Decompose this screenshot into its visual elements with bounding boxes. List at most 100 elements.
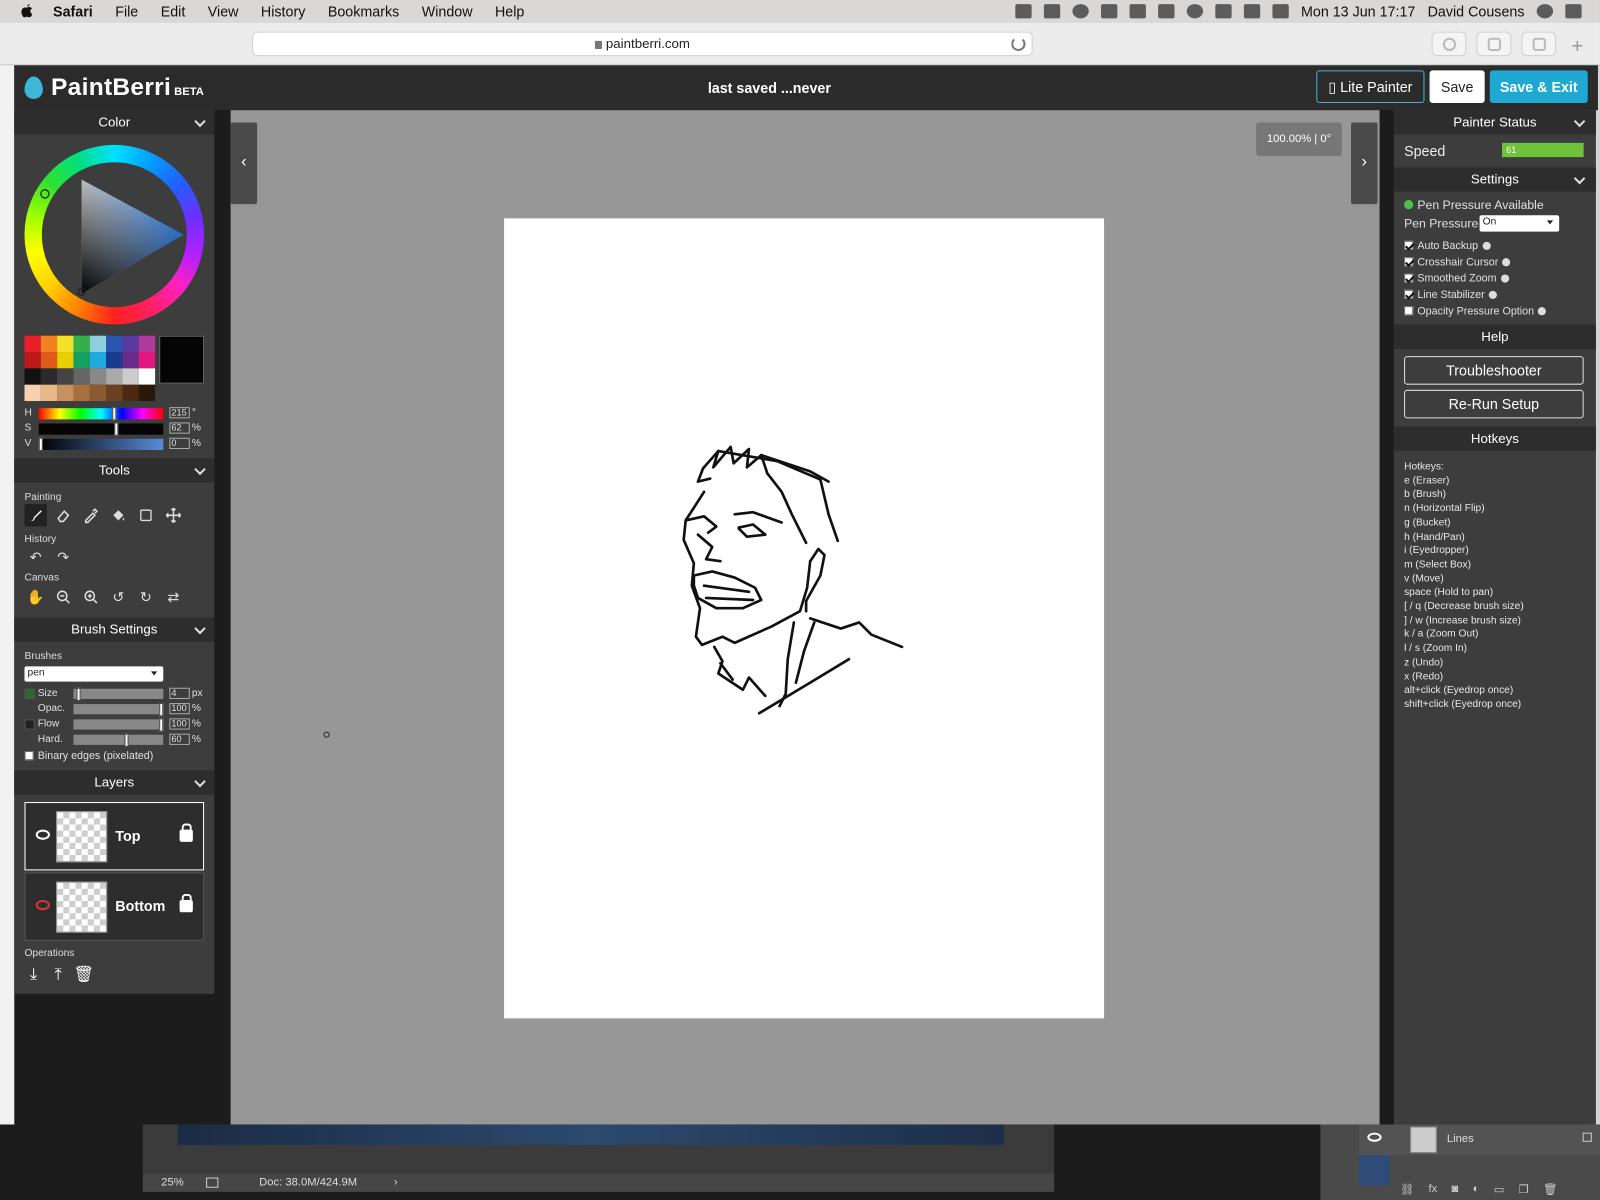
- value-slider[interactable]: V 0 %: [24, 437, 208, 452]
- rotate-left-icon[interactable]: ↺: [107, 586, 129, 608]
- hue-value-input[interactable]: 215: [169, 407, 190, 419]
- merge-up-icon[interactable]: ⤒: [49, 965, 67, 985]
- downloads-button[interactable]: [1431, 31, 1467, 57]
- color-swatch[interactable]: [40, 384, 58, 402]
- flow-slider[interactable]: [73, 718, 164, 732]
- opacity-knob[interactable]: [159, 703, 164, 717]
- tools-header[interactable]: Tools: [14, 458, 215, 483]
- reload-icon[interactable]: [1011, 36, 1026, 52]
- color-swatch[interactable]: [57, 384, 74, 402]
- save-exit-button[interactable]: Save & Exit: [1489, 70, 1588, 104]
- spotlight-icon[interactable]: [1536, 4, 1554, 19]
- saturation-track[interactable]: [38, 422, 164, 436]
- chevron-down-icon[interactable]: [194, 463, 206, 476]
- opacity-slider[interactable]: [73, 703, 164, 717]
- redo-icon[interactable]: ↷: [52, 546, 74, 568]
- menu-bookmarks[interactable]: Bookmarks: [328, 3, 399, 19]
- bucket-tool-icon[interactable]: [107, 504, 129, 526]
- evernote-icon[interactable]: [1015, 4, 1032, 19]
- opacity-value-input[interactable]: 100: [169, 703, 190, 715]
- trash-icon[interactable]: 🗑: [1543, 1182, 1557, 1195]
- painter-status-header[interactable]: Painter Status: [1393, 110, 1596, 135]
- color-swatch[interactable]: [89, 384, 107, 402]
- crosshair-cursor-option[interactable]: Crosshair Cursor: [1404, 255, 1511, 268]
- apple-icon[interactable]: [18, 3, 34, 19]
- color-triangle[interactable]: [24, 145, 204, 325]
- chevron-down-icon[interactable]: [194, 115, 206, 128]
- canvas-area[interactable]: ‹ › 100.00% | 0°: [230, 110, 1380, 1125]
- auto-backup-option[interactable]: Auto Backup: [1404, 239, 1491, 252]
- flow-knob[interactable]: [159, 718, 164, 732]
- link-icon[interactable]: ⛓: [1400, 1182, 1414, 1195]
- collapse-right-panel-button[interactable]: ›: [1351, 122, 1378, 205]
- ps-layer-row[interactable]: Lines: [1359, 1124, 1600, 1156]
- color-swatch[interactable]: [138, 384, 156, 402]
- menu-edit[interactable]: Edit: [161, 3, 186, 19]
- color-swatch[interactable]: [89, 335, 107, 353]
- crosshair-cursor-checkbox[interactable]: [1404, 257, 1414, 267]
- chevron-down-icon[interactable]: [1573, 172, 1586, 185]
- binary-edges-option[interactable]: Binary edges (pixelated): [24, 749, 153, 762]
- merge-down-icon[interactable]: ⤓: [24, 965, 42, 985]
- brush-settings-header[interactable]: Brush Settings: [14, 617, 215, 642]
- smoothed-zoom-option[interactable]: Smoothed Zoom: [1404, 271, 1509, 284]
- brush-select[interactable]: pen: [24, 666, 164, 682]
- troubleshooter-button[interactable]: Troubleshooter: [1404, 356, 1584, 385]
- smoothed-zoom-checkbox[interactable]: [1404, 273, 1414, 283]
- hardness-value-input[interactable]: 60: [169, 733, 190, 745]
- fx-icon[interactable]: fx: [1429, 1183, 1438, 1195]
- lock-icon[interactable]: [179, 893, 193, 913]
- folder-icon[interactable]: ▭: [1494, 1182, 1505, 1195]
- eye-icon[interactable]: [1367, 1132, 1382, 1142]
- binary-edges-checkbox[interactable]: [24, 751, 34, 761]
- pen-pressure-select[interactable]: On: [1479, 215, 1560, 232]
- eyedropper-tool-icon[interactable]: [80, 504, 102, 526]
- hand-pan-icon[interactable]: ✋: [24, 586, 46, 608]
- value-value-input[interactable]: 0: [169, 437, 190, 449]
- color-swatch[interactable]: [24, 352, 41, 369]
- color-swatch[interactable]: [122, 368, 139, 385]
- rerun-setup-button[interactable]: Re-Run Setup: [1404, 389, 1584, 419]
- color-swatches[interactable]: [24, 335, 156, 402]
- size-slider[interactable]: [73, 687, 164, 702]
- zoom-out-icon[interactable]: [52, 586, 74, 608]
- select-box-tool-icon[interactable]: [135, 504, 157, 526]
- color-swatch[interactable]: [73, 384, 90, 402]
- saturation-value-input[interactable]: 62: [169, 422, 190, 434]
- menu-help[interactable]: Help: [495, 3, 524, 19]
- color-swatch[interactable]: [138, 335, 156, 353]
- address-bar[interactable]: paintberri.com: [252, 31, 1033, 57]
- layer-top[interactable]: Top: [24, 802, 205, 871]
- opacity-pressure-checkbox[interactable]: [1404, 306, 1414, 316]
- eye-hidden-icon[interactable]: [35, 899, 50, 911]
- opacity-pressure-option[interactable]: Opacity Pressure Option: [1404, 304, 1547, 317]
- saturation-knob[interactable]: [114, 422, 119, 436]
- vlc-icon[interactable]: [1129, 4, 1146, 19]
- saturation-slider[interactable]: S 62 %: [24, 422, 208, 436]
- hue-knob[interactable]: [112, 407, 117, 421]
- settings-header[interactable]: Settings: [1393, 167, 1596, 192]
- color-swatch[interactable]: [73, 352, 90, 369]
- lock-icon[interactable]: [1582, 1132, 1592, 1142]
- color-swatch[interactable]: [73, 368, 90, 385]
- chevron-down-icon[interactable]: [194, 775, 206, 788]
- chevron-right-icon[interactable]: ›: [394, 1173, 398, 1191]
- current-color-swatch[interactable]: [159, 335, 205, 384]
- flow-value-input[interactable]: 100: [169, 718, 190, 730]
- camera-icon[interactable]: [1100, 4, 1118, 19]
- info-icon[interactable]: [1500, 273, 1509, 283]
- color-swatch[interactable]: [106, 384, 123, 402]
- hardness-slider[interactable]: [73, 733, 164, 747]
- color-swatch[interactable]: [57, 352, 74, 369]
- menu-view[interactable]: View: [208, 3, 239, 19]
- color-swatch[interactable]: [106, 335, 123, 353]
- trash-icon[interactable]: 🗑: [73, 965, 94, 985]
- menubar-user[interactable]: David Cousens: [1428, 3, 1525, 19]
- hue-slider[interactable]: H 215 °: [24, 407, 208, 421]
- color-swatch[interactable]: [24, 368, 41, 385]
- sync-icon[interactable]: [1072, 4, 1089, 19]
- info-icon[interactable]: [1482, 241, 1491, 250]
- color-swatch[interactable]: [40, 352, 58, 369]
- color-wheel[interactable]: [24, 144, 205, 325]
- value-track[interactable]: [38, 437, 164, 452]
